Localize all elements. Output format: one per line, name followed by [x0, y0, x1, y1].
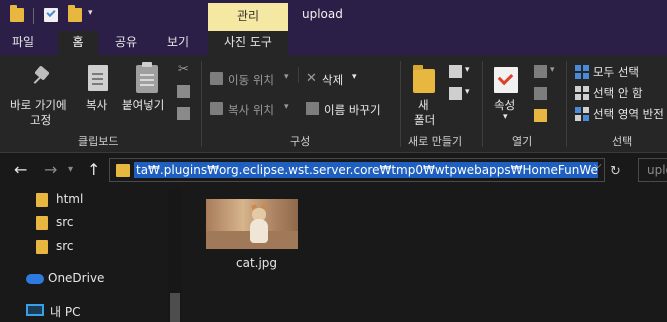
copy-to-icon — [210, 102, 223, 115]
tab-home[interactable]: 홈 — [58, 31, 98, 55]
nav-item-src[interactable]: src — [0, 212, 183, 234]
up-arrow-icon[interactable]: ↑ — [87, 160, 100, 179]
chevron-down-icon[interactable]: ▾ — [68, 164, 73, 175]
address-bar[interactable]: ta₩.plugins₩org.eclipse.wst.server.core₩… — [109, 158, 605, 182]
divider — [33, 8, 34, 24]
tab-view[interactable]: 보기 — [156, 31, 200, 55]
delete-icon: ✕ — [306, 71, 317, 86]
folder-icon — [116, 164, 130, 177]
nav-item-src[interactable]: src — [0, 236, 183, 258]
tab-picture-tools[interactable]: 사진 도구 — [208, 31, 288, 55]
paste-shortcut-icon[interactable] — [177, 107, 190, 120]
chevron-down-icon[interactable]: ▾ — [465, 87, 470, 97]
invert-selection-button[interactable]: 선택 영역 반전 — [593, 106, 664, 122]
edit-icon[interactable] — [534, 87, 547, 100]
nav-item-label: 내 PC — [50, 305, 81, 319]
refresh-icon[interactable]: ↻ — [610, 164, 621, 179]
computer-icon — [26, 304, 44, 316]
tab-share[interactable]: 공유 — [106, 31, 146, 55]
select-group-label: 선택 — [612, 135, 633, 148]
nav-scroll-thumb[interactable] — [170, 293, 180, 322]
title-bar: ▾ 관리 upload — [0, 0, 667, 31]
move-to-button[interactable]: 이동 위치 — [228, 72, 274, 88]
ribbon-tabs: 파일 홈 공유 보기 사진 도구 — [0, 31, 667, 55]
delete-button[interactable]: 삭제 — [322, 72, 343, 88]
invert-selection-icon — [575, 107, 589, 121]
chevron-down-icon[interactable]: ▾ — [88, 8, 93, 18]
new-item-icon[interactable] — [449, 65, 462, 78]
address-row: ← → ▾ ↑ ta₩.plugins₩org.eclipse.wst.serv… — [0, 153, 667, 189]
file-name[interactable]: cat.jpg — [236, 256, 277, 270]
easy-access-icon[interactable] — [449, 87, 462, 100]
divider — [482, 61, 483, 147]
chevron-down-icon[interactable]: ▾ — [284, 102, 289, 112]
navigation-pane: html src src OneDrive 내 PC — [0, 189, 183, 322]
paste-icon — [136, 62, 158, 93]
nav-item-onedrive[interactable]: OneDrive — [0, 268, 183, 290]
nav-item-label: src — [56, 239, 74, 253]
divider — [566, 61, 567, 147]
address-path[interactable]: ta₩.plugins₩org.eclipse.wst.server.core₩… — [134, 162, 598, 178]
clipboard-group-label: 클립보드 — [78, 135, 119, 148]
tab-file[interactable]: 파일 — [0, 31, 46, 55]
cut-icon[interactable]: ✂ — [178, 63, 189, 76]
properties-icon — [494, 67, 518, 93]
folder-icon — [36, 240, 48, 254]
copy-icon — [88, 65, 108, 91]
new-folder-label-line2[interactable]: 폴더 — [414, 112, 435, 128]
pin-to-quick-access-button[interactable]: 바로 가기에 — [10, 97, 67, 113]
nav-item-label: html — [56, 192, 84, 206]
cloud-icon — [26, 274, 44, 284]
select-all-icon — [575, 65, 589, 79]
chevron-down-icon[interactable]: ▾ — [550, 65, 555, 75]
select-none-icon — [575, 86, 589, 100]
nav-item-html[interactable]: html — [0, 189, 183, 211]
divider — [400, 61, 401, 147]
folder-icon — [36, 216, 48, 230]
file-thumbnail[interactable] — [206, 199, 298, 249]
select-none-button[interactable]: 선택 안 함 — [593, 85, 643, 101]
chevron-down-icon[interactable]: ▾ — [284, 72, 289, 82]
nav-item-label: OneDrive — [48, 271, 105, 285]
divider — [201, 61, 202, 147]
folder-icon — [10, 5, 24, 22]
new-group-label: 새로 만들기 — [408, 135, 463, 148]
chevron-down-icon[interactable]: ▾ — [465, 65, 470, 75]
chevron-down-icon[interactable]: ▾ — [503, 112, 508, 122]
forward-arrow-icon[interactable]: → — [44, 160, 57, 179]
open-group-label: 열기 — [512, 135, 533, 148]
chevron-down-icon[interactable]: ⌵ — [594, 160, 602, 171]
search-input[interactable]: uplo — [638, 158, 667, 182]
copy-button[interactable]: 복사 — [86, 97, 107, 113]
search-placeholder: uplo — [647, 163, 667, 177]
context-tab-manage[interactable]: 관리 — [208, 3, 288, 31]
folder-icon — [36, 193, 48, 207]
organize-group-label: 구성 — [290, 135, 311, 148]
history-icon[interactable] — [534, 109, 547, 122]
new-folder-icon[interactable] — [68, 5, 82, 22]
properties-icon[interactable] — [44, 8, 58, 22]
nav-item-label: src — [56, 215, 74, 229]
back-arrow-icon[interactable]: ← — [14, 160, 27, 179]
divider — [298, 67, 299, 83]
new-folder-button[interactable]: 새 — [418, 97, 429, 113]
ribbon: 바로 가기에 고정 복사 붙여넣기 ✂ 클립보드 이동 위치 ▾ 복사 위치 ▾… — [0, 55, 667, 153]
new-folder-icon — [413, 65, 435, 93]
properties-button[interactable]: 속성 — [494, 97, 515, 113]
select-all-button[interactable]: 모두 선택 — [593, 64, 639, 80]
paste-button[interactable]: 붙여넣기 — [122, 97, 164, 113]
rename-icon — [306, 102, 319, 115]
window-title: upload — [302, 7, 343, 21]
open-icon[interactable] — [534, 65, 547, 78]
move-to-icon — [210, 72, 223, 85]
chevron-down-icon[interactable]: ▾ — [352, 72, 357, 82]
nav-item-this-pc[interactable]: 내 PC — [0, 300, 183, 322]
pin-icon — [32, 65, 52, 89]
copy-path-icon[interactable] — [177, 85, 190, 98]
pin-label-line2[interactable]: 고정 — [30, 112, 51, 128]
copy-to-button[interactable]: 복사 위치 — [228, 102, 274, 118]
rename-button[interactable]: 이름 바꾸기 — [324, 102, 381, 118]
